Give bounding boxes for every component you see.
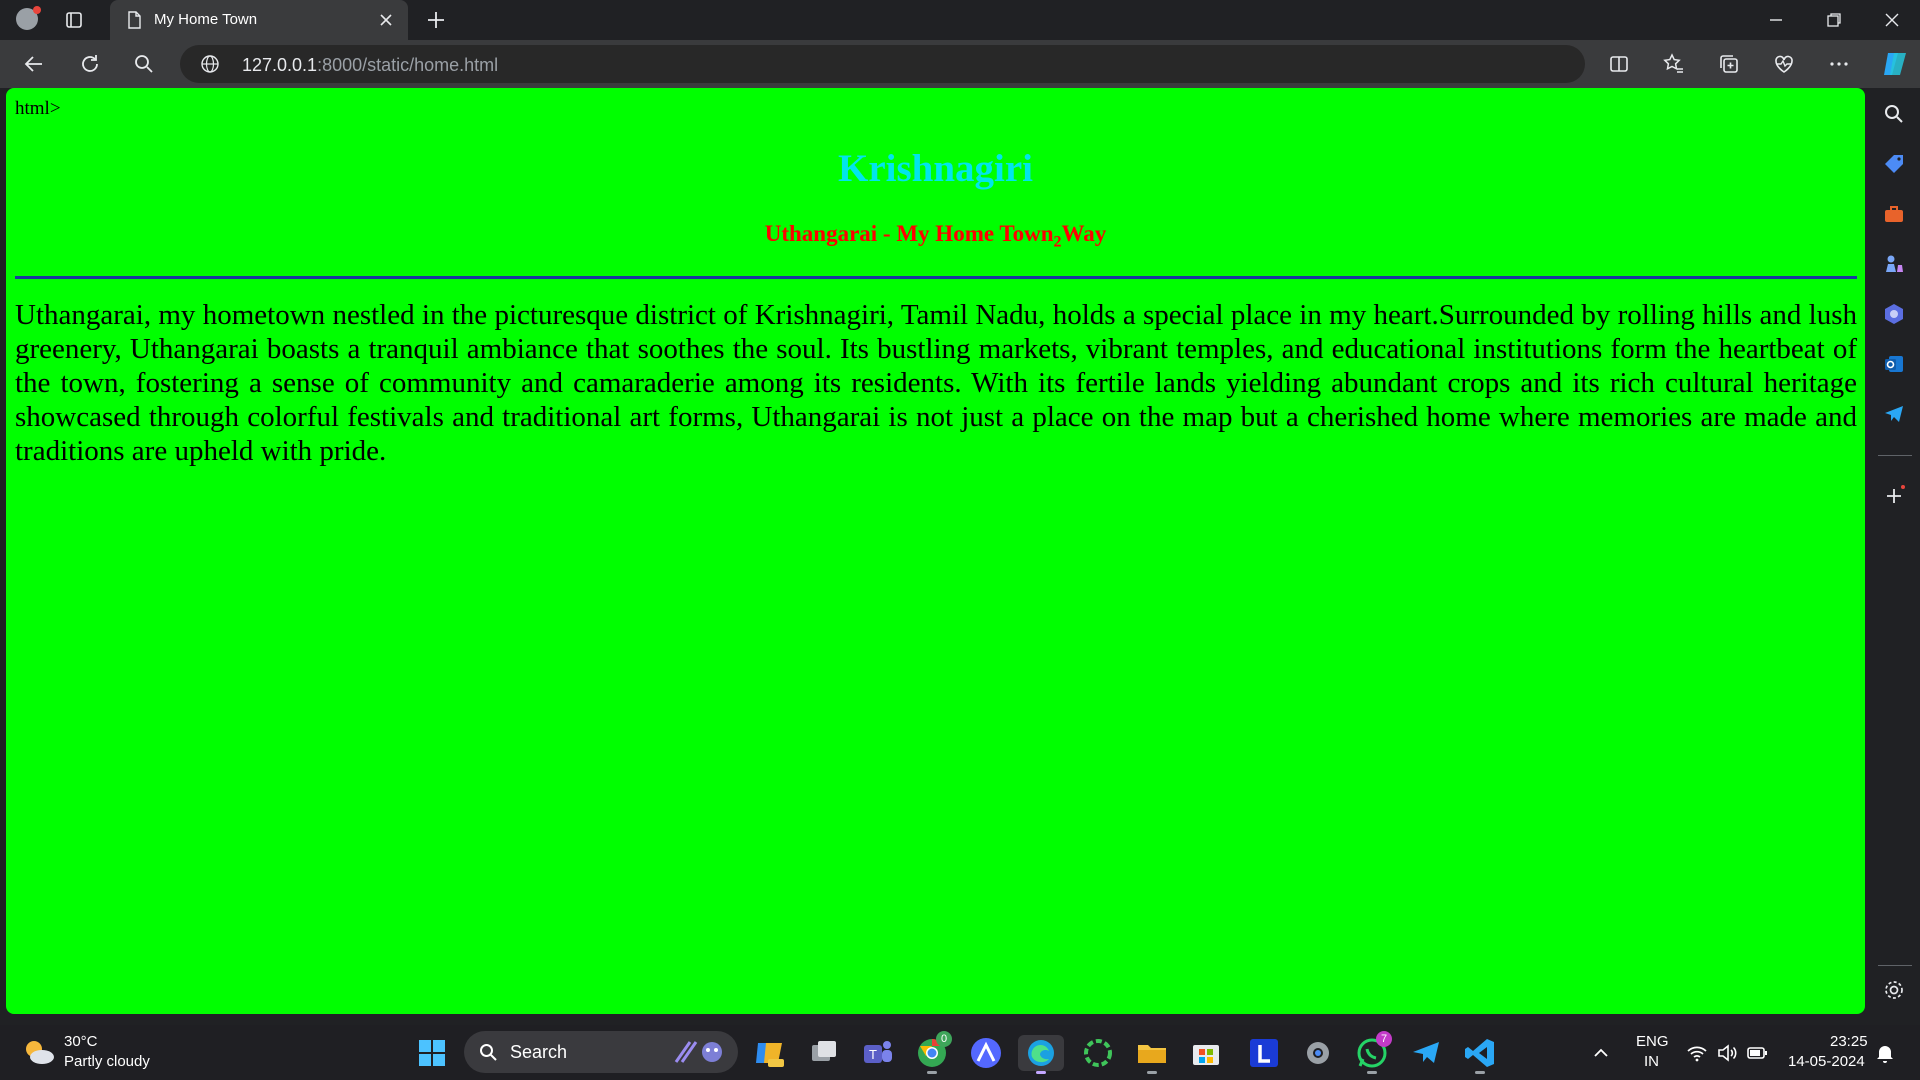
shopping-tag-icon[interactable]: [1882, 152, 1906, 176]
url-text: 127.0.0.1:8000/static/home.html: [242, 55, 498, 76]
taskbar-arc[interactable]: [968, 1035, 1004, 1071]
search-highlight-icon: [674, 1041, 722, 1063]
more-options-icon[interactable]: [1827, 52, 1851, 76]
whatsapp-badge: 7: [1376, 1031, 1392, 1047]
restore-icon[interactable]: [1822, 8, 1846, 32]
ring-app-icon: [1084, 1039, 1112, 1067]
taskbar-whatsapp[interactable]: 7: [1354, 1031, 1392, 1074]
taskbar-telegram[interactable]: [1408, 1035, 1444, 1071]
games-chess-icon[interactable]: [1882, 252, 1906, 276]
favorites-icon[interactable]: [1662, 52, 1686, 76]
telegram-send-icon[interactable]: [1882, 402, 1906, 426]
page-icon: [128, 11, 141, 29]
folder-icon: [1138, 1045, 1166, 1063]
page-subheading: Uthangarai - My Home Town2Way: [6, 221, 1865, 252]
taskbar-store[interactable]: [1188, 1035, 1224, 1071]
stray-text: html>: [15, 98, 61, 119]
volume-icon[interactable]: [1716, 1042, 1738, 1064]
clock-date[interactable]: 14-05-2024: [1788, 1053, 1865, 1070]
minimize-icon[interactable]: [1764, 8, 1788, 32]
taskbar-vscode[interactable]: [1462, 1035, 1498, 1074]
taskbar-chrome[interactable]: 0: [914, 1031, 952, 1074]
back-icon[interactable]: [22, 52, 46, 76]
teams-icon: T: [864, 1041, 892, 1063]
address-bar[interactable]: 127.0.0.1:8000/static/home.html: [180, 45, 1585, 83]
vscode-icon: [1465, 1039, 1494, 1067]
copilot-pre-icon: [756, 1043, 784, 1067]
hometown-paragraph: Uthangarai, my hometown nestled in the p…: [15, 299, 1857, 467]
telegram-icon: [1413, 1042, 1439, 1063]
taskbar-search-label: Search: [510, 1042, 568, 1062]
language-indicator[interactable]: ENG: [1636, 1033, 1669, 1050]
store-icon: [1193, 1045, 1219, 1065]
browser-essentials-icon[interactable]: [1772, 52, 1796, 76]
tab-my-home-town[interactable]: My Home Town: [110, 0, 408, 40]
taskbar-loader-app[interactable]: [1080, 1035, 1116, 1071]
sidebar-settings-icon[interactable]: [1882, 978, 1906, 1002]
new-tab-icon[interactable]: [424, 8, 448, 32]
page-viewport: html> Krishnagiri Uthangarai - My Home T…: [6, 88, 1865, 1014]
collections-icon[interactable]: [1717, 52, 1741, 76]
arc-browser-icon: [971, 1038, 1001, 1068]
partly-cloudy-icon[interactable]: [22, 1037, 56, 1067]
split-screen-icon[interactable]: [1607, 52, 1631, 76]
chrome-badge: 0: [936, 1031, 952, 1047]
running-indicator: [927, 1071, 937, 1074]
url-path: :8000/static/home.html: [317, 55, 499, 75]
edge-icon: [1028, 1040, 1054, 1066]
taskbar-search-icon: [480, 1044, 497, 1061]
profile-avatar-icon[interactable]: [12, 6, 42, 34]
show-hidden-icons-chevron-up-icon[interactable]: [1590, 1042, 1612, 1064]
url-host: 127.0.0.1: [242, 55, 318, 75]
region-indicator[interactable]: IN: [1644, 1053, 1659, 1070]
tab-title: My Home Town: [154, 11, 258, 28]
taskbar-edge[interactable]: [1018, 1035, 1064, 1074]
outlook-icon[interactable]: [1882, 352, 1906, 376]
taskbar-teams[interactable]: T: [860, 1035, 896, 1071]
copilot-sidebar-icon[interactable]: [1882, 302, 1906, 326]
navigation-bar: 127.0.0.1:8000/static/home.html: [0, 40, 1920, 88]
wifi-icon[interactable]: [1686, 1042, 1708, 1064]
tools-briefcase-icon[interactable]: [1882, 202, 1906, 226]
page-heading: Krishnagiri: [837, 147, 1034, 190]
subheading-main: Uthangarai - My Home Town: [764, 221, 1054, 246]
taskbar-copilot-pre[interactable]: [752, 1035, 788, 1071]
subheading-tail: Way: [1061, 221, 1107, 246]
close-tab-icon[interactable]: [376, 10, 396, 30]
horizontal-rule: [15, 276, 1857, 279]
globe-icon: [201, 55, 219, 73]
taskbar-task-view[interactable]: [806, 1035, 842, 1071]
sidebar-divider: [1878, 455, 1912, 456]
title-bar: My Home Town: [0, 0, 1920, 40]
taskbar-file-explorer[interactable]: [1134, 1035, 1170, 1074]
task-view-icon: [812, 1041, 836, 1061]
weather-condition: Partly cloudy: [64, 1053, 150, 1070]
windows-taskbar: 30°C Partly cloudy Search T 0 7 ENG IN 2…: [0, 1025, 1920, 1080]
battery-icon[interactable]: [1746, 1042, 1768, 1064]
letter-l-app-icon: [1250, 1039, 1278, 1067]
add-sidebar-app-icon[interactable]: [1882, 484, 1906, 508]
tab-actions-icon[interactable]: [64, 10, 84, 30]
taskbar-settings[interactable]: [1300, 1035, 1336, 1071]
search-icon[interactable]: [132, 52, 156, 76]
copilot-icon[interactable]: [1880, 49, 1910, 79]
running-indicator: [1367, 1071, 1377, 1074]
subheading-subscript: 2: [1053, 233, 1062, 251]
close-window-icon[interactable]: [1880, 8, 1904, 32]
reload-icon[interactable]: [78, 52, 102, 76]
clock-time[interactable]: 23:25: [1830, 1033, 1868, 1050]
taskbar-l-app[interactable]: [1246, 1035, 1282, 1071]
notifications-bell-icon[interactable]: [1874, 1042, 1896, 1064]
edge-sidebar: [1868, 88, 1920, 1014]
windows-start-icon[interactable]: [418, 1039, 446, 1067]
taskbar-search[interactable]: Search: [464, 1031, 738, 1073]
sidebar-divider: [1878, 965, 1912, 966]
settings-gear-icon: [1307, 1042, 1329, 1064]
active-indicator: [1036, 1071, 1046, 1074]
running-indicator: [1147, 1071, 1157, 1074]
svg-text:T: T: [869, 1047, 877, 1062]
weather-temperature: 30°C: [64, 1033, 98, 1050]
running-indicator: [1475, 1071, 1485, 1074]
sidebar-search-icon[interactable]: [1882, 102, 1906, 126]
